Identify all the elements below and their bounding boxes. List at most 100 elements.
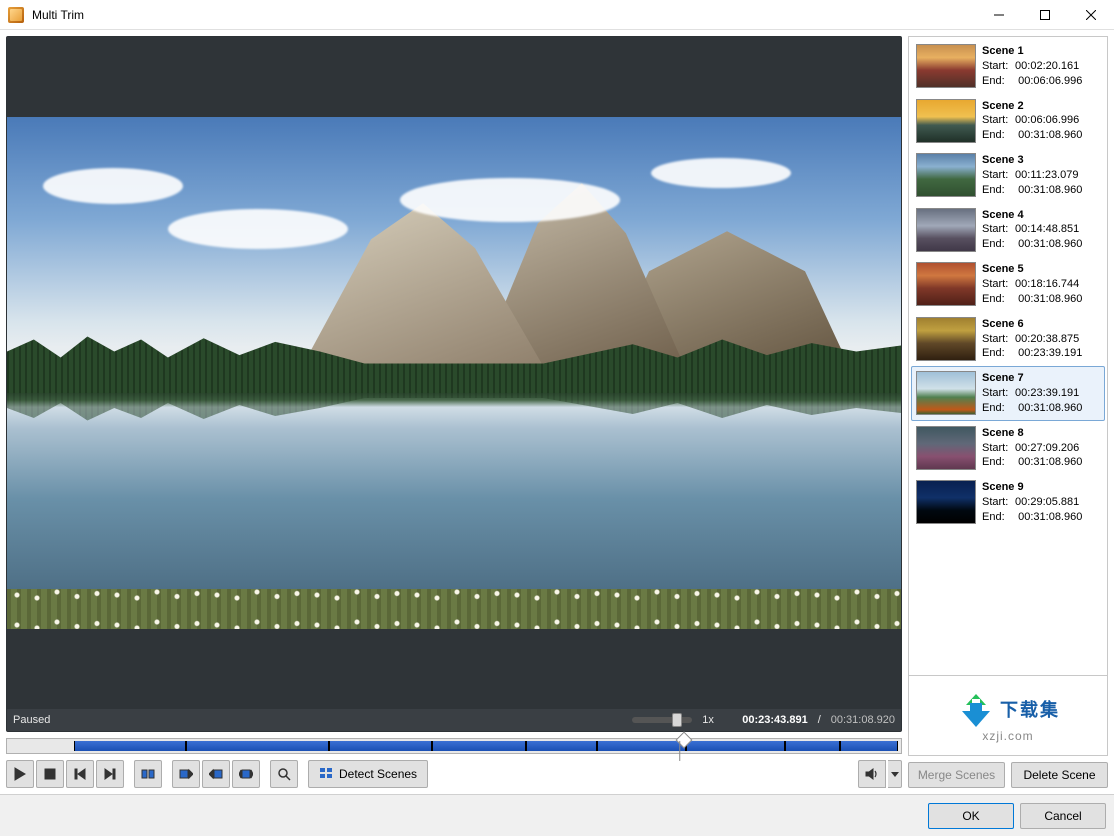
timeline-segment[interactable] <box>74 741 186 751</box>
scene-list[interactable]: Scene 1Start: 00:02:20.161End: 00:06:06.… <box>908 36 1108 676</box>
scene-item[interactable]: Scene 8Start: 00:27:09.206End: 00:31:08.… <box>911 421 1105 476</box>
scene-title: Scene 3 <box>982 153 1082 168</box>
scene-title: Scene 7 <box>982 371 1082 386</box>
watermark-arrow-icon <box>956 689 996 729</box>
left-column: Paused 1x 00:23:43.891 / 00:31:08.920 <box>6 36 902 794</box>
detect-scenes-icon <box>319 766 333 783</box>
scene-end: End: 00:06:06.996 <box>982 74 1082 89</box>
selection-button[interactable] <box>232 760 260 788</box>
scene-start: Start: 00:20:38.875 <box>982 332 1082 347</box>
detect-scenes-button[interactable]: Detect Scenes <box>308 760 428 788</box>
timeline-segment[interactable] <box>186 741 329 751</box>
timeline-segment[interactable] <box>840 741 898 751</box>
mark-in-button[interactable] <box>172 760 200 788</box>
timeline-segment[interactable] <box>686 741 784 751</box>
scene-thumbnail <box>916 317 976 361</box>
scene-end: End: 00:31:08.960 <box>982 455 1082 470</box>
titlebar: Multi Trim <box>0 0 1114 30</box>
zoom-button[interactable] <box>270 760 298 788</box>
scene-info: Scene 9Start: 00:29:05.881End: 00:31:08.… <box>982 480 1082 525</box>
scene-item[interactable]: Scene 4Start: 00:14:48.851End: 00:31:08.… <box>911 203 1105 258</box>
window-controls <box>976 0 1114 29</box>
scene-start: Start: 00:02:20.161 <box>982 59 1082 74</box>
scene-end: End: 00:31:08.960 <box>982 401 1082 416</box>
split-button[interactable] <box>134 760 162 788</box>
scene-action-buttons: Merge Scenes Delete Scene <box>908 762 1108 788</box>
timeline-segment[interactable] <box>597 741 686 751</box>
volume-button[interactable] <box>858 760 886 788</box>
mark-out-button[interactable] <box>202 760 230 788</box>
scene-title: Scene 1 <box>982 44 1082 59</box>
timeline-segment[interactable] <box>785 741 840 751</box>
letterbox-top <box>7 37 901 117</box>
timeline-segment[interactable] <box>329 741 432 751</box>
scene-item[interactable]: Scene 7Start: 00:23:39.191End: 00:31:08.… <box>911 366 1105 421</box>
scene-title: Scene 5 <box>982 262 1082 277</box>
scene-start: Start: 00:11:23.079 <box>982 168 1082 183</box>
scene-info: Scene 8Start: 00:27:09.206End: 00:31:08.… <box>982 426 1082 471</box>
scene-thumbnail <box>916 153 976 197</box>
scene-start: Start: 00:14:48.851 <box>982 222 1082 237</box>
volume-dropdown[interactable] <box>888 760 902 788</box>
scene-item[interactable]: Scene 6Start: 00:20:38.875End: 00:23:39.… <box>911 312 1105 367</box>
footer: OK Cancel <box>0 794 1114 836</box>
scene-end: End: 00:31:08.960 <box>982 183 1082 198</box>
maximize-button[interactable] <box>1022 0 1068 29</box>
scene-end: End: 00:31:08.960 <box>982 510 1082 525</box>
speed-slider[interactable] <box>632 717 692 723</box>
scene-title: Scene 8 <box>982 426 1082 441</box>
scene-end: End: 00:31:08.960 <box>982 237 1082 252</box>
duration: 00:31:08.920 <box>831 714 895 726</box>
timeline-segment[interactable] <box>432 741 526 751</box>
scene-item[interactable]: Scene 5Start: 00:18:16.744End: 00:31:08.… <box>911 257 1105 312</box>
detect-scenes-label: Detect Scenes <box>339 767 417 781</box>
close-button[interactable] <box>1068 0 1114 29</box>
stop-button[interactable] <box>36 760 64 788</box>
scene-end: End: 00:31:08.960 <box>982 128 1082 143</box>
scene-title: Scene 4 <box>982 208 1082 223</box>
scene-thumbnail <box>916 371 976 415</box>
next-frame-button[interactable] <box>96 760 124 788</box>
scene-info: Scene 2Start: 00:06:06.996End: 00:31:08.… <box>982 99 1082 144</box>
scene-title: Scene 6 <box>982 317 1082 332</box>
scene-info: Scene 7Start: 00:23:39.191End: 00:31:08.… <box>982 371 1082 416</box>
ok-button[interactable]: OK <box>928 803 1014 829</box>
status-strip: Paused 1x 00:23:43.891 / 00:31:08.920 <box>7 709 901 731</box>
minimize-button[interactable] <box>976 0 1022 29</box>
scene-start: Start: 00:23:39.191 <box>982 386 1082 401</box>
cancel-button[interactable]: Cancel <box>1020 803 1106 829</box>
play-button[interactable] <box>6 760 34 788</box>
scene-start: Start: 00:27:09.206 <box>982 441 1082 456</box>
scene-thumbnail <box>916 480 976 524</box>
scene-end: End: 00:23:39.191 <box>982 346 1082 361</box>
merge-scenes-button[interactable]: Merge Scenes <box>908 762 1005 788</box>
scene-thumbnail <box>916 426 976 470</box>
video-frame[interactable] <box>7 117 901 629</box>
toolbar: Detect Scenes <box>6 760 902 788</box>
right-column: Scene 1Start: 00:02:20.161End: 00:06:06.… <box>908 36 1108 794</box>
scene-start: Start: 00:18:16.744 <box>982 277 1082 292</box>
current-time: 00:23:43.891 <box>742 714 807 726</box>
timeline[interactable] <box>6 738 902 754</box>
window-title: Multi Trim <box>32 8 976 22</box>
app-icon <box>8 7 24 23</box>
scene-info: Scene 6Start: 00:20:38.875End: 00:23:39.… <box>982 317 1082 362</box>
timeline-segment[interactable] <box>526 741 598 751</box>
watermark-url: xzji.com <box>982 729 1033 743</box>
video-panel: Paused 1x 00:23:43.891 / 00:31:08.920 <box>6 36 902 732</box>
scene-title: Scene 2 <box>982 99 1082 114</box>
scene-thumbnail <box>916 262 976 306</box>
scene-item[interactable]: Scene 9Start: 00:29:05.881End: 00:31:08.… <box>911 475 1105 530</box>
scene-info: Scene 4Start: 00:14:48.851End: 00:31:08.… <box>982 208 1082 253</box>
scene-item[interactable]: Scene 2Start: 00:06:06.996End: 00:31:08.… <box>911 94 1105 149</box>
delete-scene-button[interactable]: Delete Scene <box>1011 762 1108 788</box>
scene-item[interactable]: Scene 1Start: 00:02:20.161End: 00:06:06.… <box>911 39 1105 94</box>
scene-info: Scene 5Start: 00:18:16.744End: 00:31:08.… <box>982 262 1082 307</box>
scene-item[interactable]: Scene 3Start: 00:11:23.079End: 00:31:08.… <box>911 148 1105 203</box>
prev-frame-button[interactable] <box>66 760 94 788</box>
scene-start: Start: 00:06:06.996 <box>982 113 1082 128</box>
scene-info: Scene 3Start: 00:11:23.079End: 00:31:08.… <box>982 153 1082 198</box>
scene-thumbnail <box>916 208 976 252</box>
content: Paused 1x 00:23:43.891 / 00:31:08.920 <box>0 30 1114 794</box>
playback-state: Paused <box>13 714 50 726</box>
